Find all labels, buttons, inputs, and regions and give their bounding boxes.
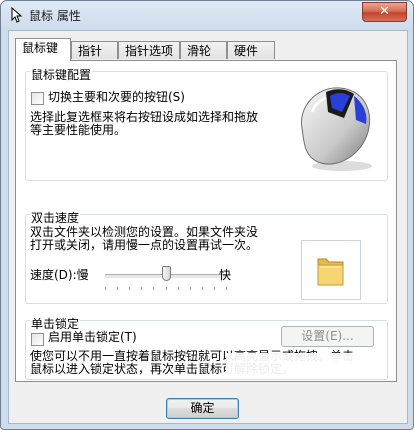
tab-buttons[interactable]: 鼠标键	[15, 38, 71, 61]
speed-tick	[213, 287, 215, 290]
speed-tick	[189, 287, 191, 290]
watermark-overlay	[226, 353, 366, 378]
close-button[interactable]: ✕	[362, 2, 407, 22]
tab-wheel[interactable]: 滑轮	[180, 41, 227, 59]
speed-tick	[153, 287, 155, 290]
double-click-desc-line2: 打开或关闭，请用慢一点的设置再试一次。	[30, 238, 259, 252]
speed-tick	[201, 287, 203, 290]
mouse-properties-window: 鼠标 属性 ✕ 鼠标键 指针 指针选项 滑轮 硬件 鼠标键配置 切换主要和次要的…	[0, 0, 414, 430]
mouse-pointer-icon	[11, 7, 23, 23]
speed-tick	[177, 287, 179, 290]
click-lock-settings-button[interactable]: 设置(E)...	[281, 326, 374, 347]
ok-button[interactable]: 确定	[166, 398, 239, 419]
click-lock-label[interactable]: 启用单击锁定(T)	[48, 331, 137, 344]
speed-slider-thumb[interactable]	[161, 266, 171, 281]
double-click-title: 双击速度	[30, 209, 81, 226]
swap-description-line2: 等主要性能使用。	[30, 123, 127, 137]
speed-tick	[129, 287, 131, 290]
speed-tick	[141, 287, 143, 290]
tab-panel-buttons: 鼠标键配置 切换主要和次要的按钮(S) 选择此复选框来将右按钮设成如选择和拖放 …	[15, 60, 397, 382]
test-area[interactable]	[301, 240, 361, 300]
swap-buttons-checkbox[interactable]	[31, 92, 44, 105]
click-lock-checkbox[interactable]	[31, 333, 44, 346]
swap-buttons-label[interactable]: 切换主要和次要的按钮(S)	[48, 91, 185, 104]
window-title: 鼠标 属性	[29, 9, 81, 23]
speed-tick	[105, 287, 106, 290]
fast-label: 快	[219, 268, 232, 282]
button-config-title: 鼠标键配置	[30, 66, 93, 83]
tab-pointer-options[interactable]: 指针选项	[118, 41, 180, 59]
title-bar[interactable]: 鼠标 属性 ✕	[1, 1, 413, 29]
speed-tick	[165, 287, 167, 290]
speed-label: 速度(D):慢	[30, 268, 89, 282]
speed-tick	[117, 287, 119, 290]
mouse-image	[300, 87, 372, 171]
folder-icon[interactable]	[316, 253, 346, 287]
tab-hardware[interactable]: 硬件	[227, 41, 275, 59]
speed-tick	[226, 287, 227, 290]
tab-pointers[interactable]: 指针	[71, 41, 118, 59]
